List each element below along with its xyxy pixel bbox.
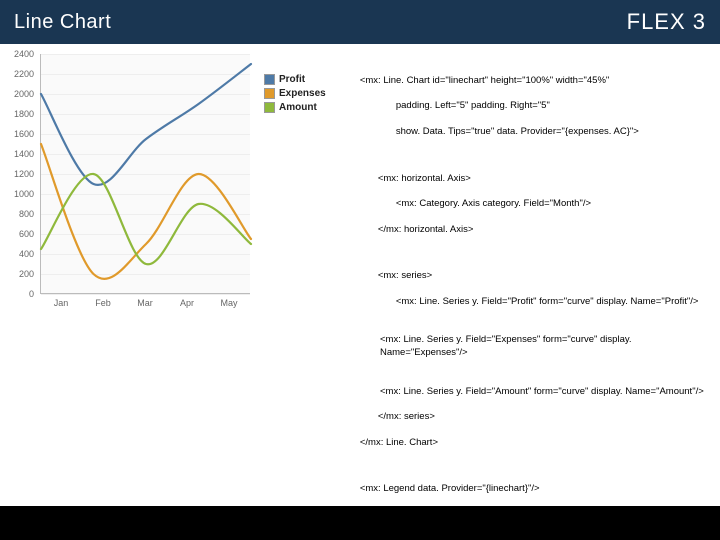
series-line [41,64,251,185]
y-tick-label: 2200 [14,69,34,79]
legend-swatch [264,88,275,99]
x-tick-label: May [208,298,250,308]
code-line: <mx: Line. Series y. Field="Profit" form… [360,296,699,309]
code-sample: <mx: Line. Chart id="linechart" height="… [344,54,716,517]
code-line: <mx: horizontal. Axis> [360,173,471,186]
legend-item: Expenses [264,88,344,99]
x-tick-label: Apr [166,298,208,308]
legend-swatch [264,102,275,113]
code-line: <mx: Category. Axis category. Field="Mon… [360,198,591,211]
y-tick-label: 800 [19,209,34,219]
y-tick-label: 0 [29,289,34,299]
code-line: <mx: Legend data. Provider="{linechart}"… [360,483,540,494]
y-tick-label: 1600 [14,129,34,139]
legend-label: Profit [279,74,305,85]
y-tick-label: 1000 [14,189,34,199]
legend-swatch [264,74,275,85]
code-line: </mx: Line. Chart> [360,437,438,448]
x-tick-label: Jan [40,298,82,308]
y-tick-label: 1800 [14,109,34,119]
y-tick-label: 2400 [14,49,34,59]
series-line [41,174,251,264]
legend: Profit Expenses Amount [264,54,344,517]
code-line: <mx: Line. Series y. Field="Expenses" fo… [344,334,710,360]
y-tick-label: 400 [19,249,34,259]
x-tick-label: Mar [124,298,166,308]
chart-column: 0 200 400 600 800 1000 1200 1400 1600 1800 2000 220… [4,54,264,517]
footer-bar [0,506,720,540]
legend-item: Profit [264,74,344,85]
y-axis: 0200400600800100012001400160018002000220… [4,54,38,294]
legend-label: Expenses [279,88,326,99]
x-tick-label: Feb [82,298,124,308]
code-line: <mx: series> [360,270,432,283]
brand-label: FLEX 3 [627,9,706,35]
y-tick-label: 2000 [14,89,34,99]
x-axis: JanFebMarAprMay [40,298,250,308]
code-line: <mx: Line. Series y. Field="Amount" form… [344,386,704,399]
code-line: </mx: series> [360,411,435,424]
page-title: Line Chart [14,11,111,34]
code-line: padding. Left="5" padding. Right="5" [360,100,550,113]
legend-item: Amount [264,102,344,113]
y-tick-label: 200 [19,269,34,279]
line-chart: 0 200 400 600 800 1000 1200 1400 1600 1800 2000 220… [4,54,264,329]
grid-line [41,294,250,295]
y-tick-label: 600 [19,229,34,239]
legend-label: Amount [279,102,317,113]
plot-area [40,54,250,294]
y-tick-label: 1200 [14,169,34,179]
code-line: show. Data. Tips="true" data. Provider="… [360,126,639,139]
chart-lines [41,54,251,294]
y-tick-label: 1400 [14,149,34,159]
main-content: 0 200 400 600 800 1000 1200 1400 1600 1800 2000 220… [0,44,720,517]
code-line: <mx: Line. Chart id="linechart" height="… [360,75,609,86]
header-bar: Line Chart FLEX 3 [0,0,720,44]
code-line: </mx: horizontal. Axis> [360,224,474,237]
